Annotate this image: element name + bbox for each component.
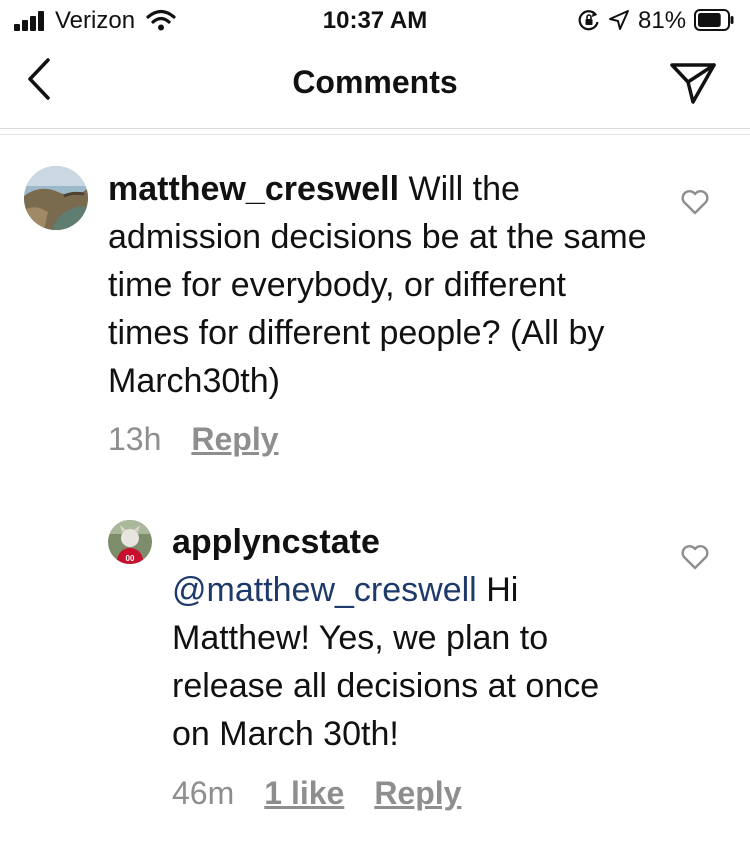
send-button[interactable]	[668, 60, 718, 106]
location-arrow-icon	[609, 10, 629, 30]
comment-username[interactable]: applyncstate	[172, 523, 380, 561]
comment-time: 13h	[108, 421, 162, 457]
avatar[interactable]	[24, 166, 88, 230]
page-title: Comments	[292, 64, 458, 100]
heart-outline-icon	[681, 190, 709, 215]
like-button[interactable]	[680, 188, 710, 216]
paper-plane-icon	[670, 63, 716, 104]
comment-body: applyncstate @matthew_creswell Hi Matthew…	[172, 518, 642, 758]
mention-link[interactable]: @matthew_creswell	[172, 571, 477, 609]
avatar-photo: 00	[108, 520, 152, 564]
comment-meta: 13h Reply	[108, 421, 279, 458]
status-bar: Verizon 10:37 AM 81%	[0, 0, 750, 40]
battery-icon	[694, 9, 734, 31]
comment-meta: 46m 1 like Reply	[172, 775, 461, 812]
avatar[interactable]: 00	[108, 520, 152, 564]
header-divider	[0, 134, 750, 135]
comment-body: matthew_creswell Will the admission deci…	[108, 165, 648, 405]
comment-time: 46m	[172, 775, 235, 811]
likes-count-button[interactable]: 1 like	[264, 775, 344, 811]
reply-button[interactable]: Reply	[374, 775, 461, 811]
reply-button[interactable]: Reply	[191, 421, 278, 457]
navigation-bar: Comments	[0, 42, 750, 129]
svg-text:00: 00	[126, 554, 135, 563]
rotation-lock-icon	[578, 10, 599, 31]
battery-percent: 81%	[638, 7, 687, 34]
like-button[interactable]	[680, 543, 710, 571]
avatar-photo	[24, 166, 88, 230]
heart-outline-icon	[681, 545, 709, 570]
comment-username[interactable]: matthew_creswell	[108, 170, 399, 208]
